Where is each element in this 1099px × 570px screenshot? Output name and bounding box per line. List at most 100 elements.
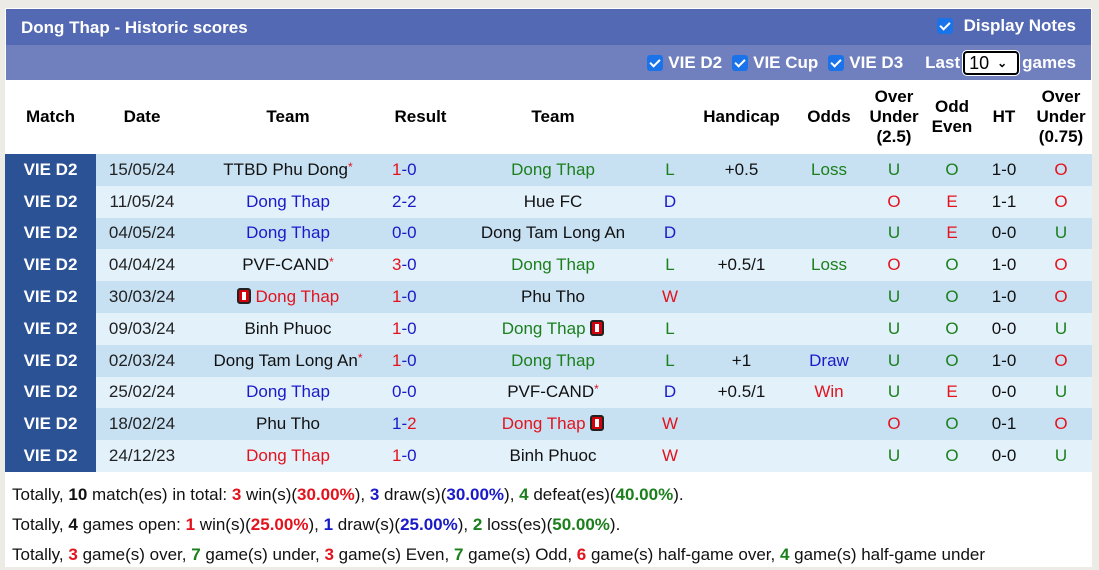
result-cell[interactable]: 1-0 bbox=[388, 281, 453, 313]
league-cell[interactable]: VIE D2 bbox=[5, 217, 96, 250]
away-team-cell: Phu Tho bbox=[453, 281, 653, 313]
over-under-cell: U bbox=[862, 281, 926, 313]
summary-line-totals: Totally, 3 game(s) over, 7 game(s) under… bbox=[5, 540, 1092, 570]
table-row[interactable]: VIE D2 09/03/24 Binh Phuoc 1-0 Dong Thap LUO… bbox=[5, 312, 1092, 345]
table-row[interactable]: VIE D2 04/05/24 Dong Thap 0-0 Dong Tam Long … bbox=[5, 217, 1092, 250]
handicap-cell: +0.5/1 bbox=[687, 376, 796, 409]
red-card-icon bbox=[590, 415, 605, 432]
result-cell[interactable]: 0-0 bbox=[388, 217, 453, 250]
display-notes-toggle[interactable]: Display Notes bbox=[936, 16, 1076, 36]
result-cell[interactable]: 3-0 bbox=[388, 249, 453, 282]
team-name[interactable]: Binh Phuoc bbox=[245, 319, 332, 338]
header-line: (0.75) bbox=[1038, 127, 1084, 146]
summary-text: game(s) over, bbox=[77, 545, 192, 564]
league-cell[interactable]: VIE D2 bbox=[5, 185, 96, 218]
league-cell[interactable]: VIE D2 bbox=[5, 376, 96, 409]
odd-even-cell: O bbox=[926, 249, 978, 282]
league-cell[interactable]: VIE D2 bbox=[5, 344, 96, 377]
over-under-075-cell: U bbox=[1030, 376, 1092, 409]
league-cell[interactable]: VIE D2 bbox=[5, 249, 96, 282]
odd-even-cell: E bbox=[926, 217, 978, 250]
summary-text: draw(s)( bbox=[379, 485, 447, 504]
score-away: 0 bbox=[407, 255, 417, 275]
ht-cell: 1-0 bbox=[978, 249, 1030, 282]
table-row[interactable]: VIE D2 30/03/24 Dong Thap 1-0 Phu Tho W U O 1-0… bbox=[5, 281, 1092, 313]
team-name[interactable]: Dong Thap bbox=[502, 319, 586, 338]
team-name[interactable]: Dong Tam Long An bbox=[481, 223, 625, 242]
games-label: games bbox=[1022, 53, 1076, 72]
league-cell[interactable]: VIE D2 bbox=[5, 154, 96, 186]
result-cell[interactable]: 1-0 bbox=[388, 312, 453, 345]
col-match: Match bbox=[5, 80, 96, 154]
result-cell[interactable]: 1-0 bbox=[388, 440, 453, 472]
team-name[interactable]: Dong Thap bbox=[502, 414, 586, 433]
col-handicap: Handicap bbox=[687, 80, 796, 154]
date-cell: 11/05/24 bbox=[96, 185, 188, 218]
red-card-icon bbox=[590, 319, 605, 336]
team-name[interactable]: Dong Thap bbox=[511, 351, 595, 370]
odds-cell bbox=[796, 312, 862, 345]
odd-even-cell: O bbox=[926, 440, 978, 472]
team-name[interactable]: Hue FC bbox=[524, 192, 583, 211]
summary-value: 30.00% bbox=[446, 485, 505, 504]
header-line: Over bbox=[874, 87, 914, 106]
summary-text: win(s)( bbox=[195, 515, 251, 534]
summary-text: ). bbox=[609, 515, 621, 534]
table-row[interactable]: VIE D2 11/05/24 Dong Thap 2-2 Hue FC D O E 1-1 O bbox=[5, 185, 1092, 218]
team-name[interactable]: Dong Thap bbox=[246, 192, 330, 211]
away-team-cell: Dong Thap bbox=[453, 344, 653, 377]
league-cell[interactable]: VIE D2 bbox=[5, 312, 96, 345]
summary-value: 3 bbox=[231, 485, 242, 504]
filter-vie-d3[interactable]: VIE D3 bbox=[828, 53, 903, 73]
filter-label: VIE Cup bbox=[753, 53, 819, 72]
team-name[interactable]: PVF-CAND bbox=[507, 382, 594, 401]
vie-d2-checkbox[interactable] bbox=[647, 55, 664, 71]
over-under-cell: O bbox=[862, 408, 926, 441]
table-row[interactable]: VIE D2 18/02/24 Phu Tho 1-2 Dong Thap W O O 0-1… bbox=[5, 408, 1092, 441]
team-name[interactable]: PVF-CAND bbox=[242, 255, 329, 274]
team-name[interactable]: Dong Thap bbox=[511, 160, 595, 179]
result-cell[interactable]: 1-0 bbox=[388, 154, 453, 186]
result-cell[interactable]: 2-2 bbox=[388, 185, 453, 218]
summary-text: defeat(es)( bbox=[528, 485, 616, 504]
team-name[interactable]: Binh Phuoc bbox=[510, 446, 597, 465]
table-row[interactable]: VIE D2 25/02/24 Dong Thap 0-0 PVF-CAND* D +0.5… bbox=[5, 376, 1092, 409]
team-name[interactable]: Dong Thap bbox=[246, 382, 330, 401]
over-under-cell: U bbox=[862, 217, 926, 250]
table-header: Match Date Team Result Team Handicap Odd… bbox=[5, 80, 1092, 154]
table-row[interactable]: VIE D2 02/03/24 Dong Tam Long An* 1-0 Dong T… bbox=[5, 344, 1092, 377]
filter-vie-cup[interactable]: VIE Cup bbox=[732, 53, 818, 73]
team-name[interactable]: Dong Thap bbox=[246, 446, 330, 465]
table-row[interactable]: VIE D2 24/12/23 Dong Thap 1-0 Binh Phuoc W U O 0… bbox=[5, 440, 1092, 472]
col-away-team: Team bbox=[453, 80, 653, 154]
table-row[interactable]: VIE D2 04/04/24 PVF-CAND* 3-0 Dong Thap L +0.5… bbox=[5, 249, 1092, 282]
summary-value: 3 bbox=[324, 545, 334, 564]
summary-value: 25.00% bbox=[400, 515, 458, 534]
vie-d3-checkbox[interactable] bbox=[828, 55, 845, 71]
score-away: 0 bbox=[407, 382, 417, 402]
table-row[interactable]: VIE D2 15/05/24 TTBD Phu Dong* 1-0 Dong Thap… bbox=[5, 154, 1092, 186]
team-name[interactable]: Dong Thap bbox=[511, 255, 595, 274]
team-name[interactable]: Dong Thap bbox=[246, 223, 330, 242]
date-cell: 09/03/24 bbox=[96, 312, 188, 345]
team-name[interactable]: Phu Tho bbox=[521, 287, 585, 306]
over-under-cell: O bbox=[862, 185, 926, 218]
filter-vie-d2[interactable]: VIE D2 bbox=[647, 53, 722, 73]
team-name[interactable]: Phu Tho bbox=[256, 414, 320, 433]
result-cell[interactable]: 0-0 bbox=[388, 376, 453, 409]
score-away: 0 bbox=[407, 318, 417, 338]
games-count-select[interactable]: 10 ⌄ bbox=[962, 50, 1021, 76]
handicap-cell bbox=[687, 440, 796, 472]
team-name[interactable]: Dong Thap bbox=[255, 287, 339, 306]
summary-text: Totally, bbox=[12, 545, 69, 564]
league-cell[interactable]: VIE D2 bbox=[5, 408, 96, 441]
team-name[interactable]: Dong Tam Long An bbox=[214, 351, 358, 370]
result-cell[interactable]: 1-0 bbox=[388, 344, 453, 377]
summary-text: game(s) Even, bbox=[333, 545, 454, 564]
display-notes-checkbox[interactable] bbox=[936, 18, 953, 34]
team-name[interactable]: TTBD Phu Dong bbox=[223, 160, 348, 179]
result-cell[interactable]: 1-2 bbox=[388, 408, 453, 441]
league-cell[interactable]: VIE D2 bbox=[5, 281, 96, 313]
vie-cup-checkbox[interactable] bbox=[732, 55, 749, 71]
league-cell[interactable]: VIE D2 bbox=[5, 440, 96, 472]
